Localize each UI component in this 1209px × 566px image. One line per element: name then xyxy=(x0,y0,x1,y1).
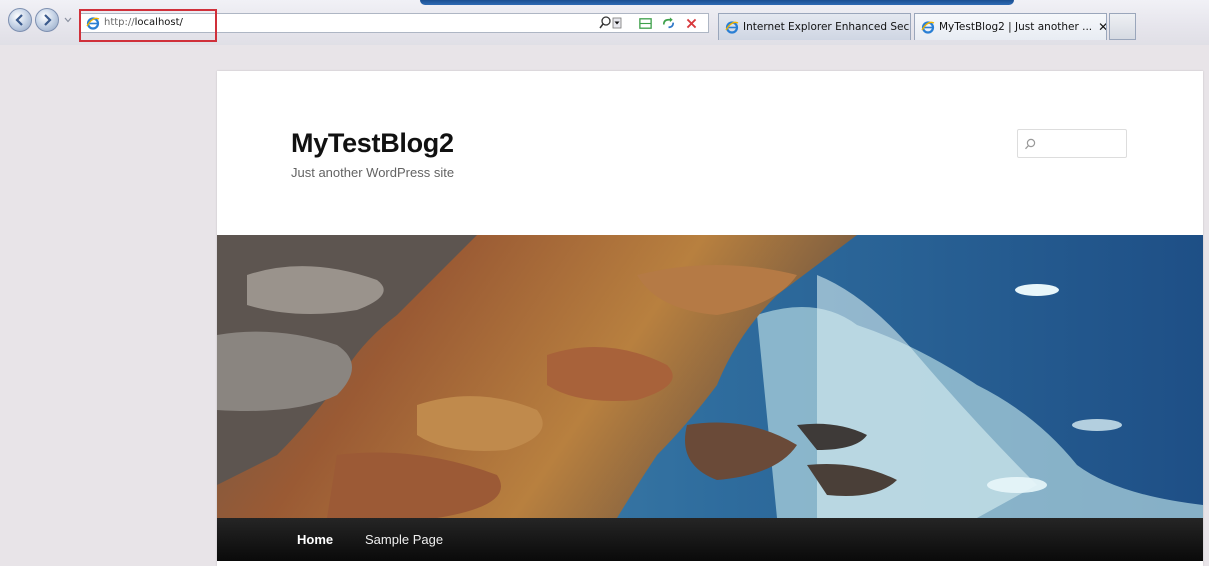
compatibility-view-icon xyxy=(638,17,652,29)
back-arrow-icon xyxy=(15,14,23,26)
stop-icon xyxy=(686,18,696,28)
recent-pages-dropdown[interactable] xyxy=(64,17,72,23)
tab-label: Internet Explorer Enhanced Sec... xyxy=(743,21,911,33)
browser-toolbar: http://localhost/ Internet Explorer Enha… xyxy=(0,0,1209,45)
url-scheme: http:// xyxy=(104,17,135,28)
header-image[interactable] xyxy=(217,235,1203,518)
back-button[interactable] xyxy=(8,8,32,32)
search-input[interactable] xyxy=(1017,129,1127,158)
close-tab-icon[interactable]: ✕ xyxy=(1098,20,1106,34)
forward-button[interactable] xyxy=(35,8,59,32)
magnifier-icon xyxy=(1025,138,1036,150)
new-tab-button[interactable] xyxy=(1109,13,1136,40)
magnifier-icon xyxy=(599,16,622,29)
ie-logo-icon xyxy=(86,17,100,30)
main-navigation: Home Sample Page xyxy=(217,518,1203,561)
site-description: Just another WordPress site xyxy=(291,165,455,180)
refresh-icon xyxy=(662,16,674,28)
refresh-button[interactable] xyxy=(660,15,676,31)
window-frame-edge xyxy=(420,0,1014,5)
forward-arrow-icon xyxy=(44,14,52,26)
stop-button[interactable] xyxy=(683,15,699,31)
compatibility-view-button[interactable] xyxy=(637,15,653,31)
address-bar[interactable]: http://localhost/ xyxy=(79,13,709,33)
search-dropdown-button[interactable] xyxy=(598,15,622,31)
url-host: localhost/ xyxy=(134,17,183,28)
ie-logo-icon xyxy=(725,21,739,34)
menu-item-sample-page[interactable]: Sample Page xyxy=(365,518,443,561)
tab-label: MyTestBlog2 | Just another ... xyxy=(939,21,1093,33)
ie-logo-icon xyxy=(921,21,935,34)
tab-mytestblog2[interactable]: MyTestBlog2 | Just another ... ✕ xyxy=(914,13,1107,40)
tab-enhanced-security[interactable]: Internet Explorer Enhanced Sec... xyxy=(718,13,911,40)
menu-item-home[interactable]: Home xyxy=(297,518,333,561)
address-url[interactable]: http://localhost/ xyxy=(104,16,183,30)
wordpress-page: MyTestBlog2 Just another WordPress site xyxy=(217,71,1203,566)
site-title[interactable]: MyTestBlog2 xyxy=(291,128,454,159)
